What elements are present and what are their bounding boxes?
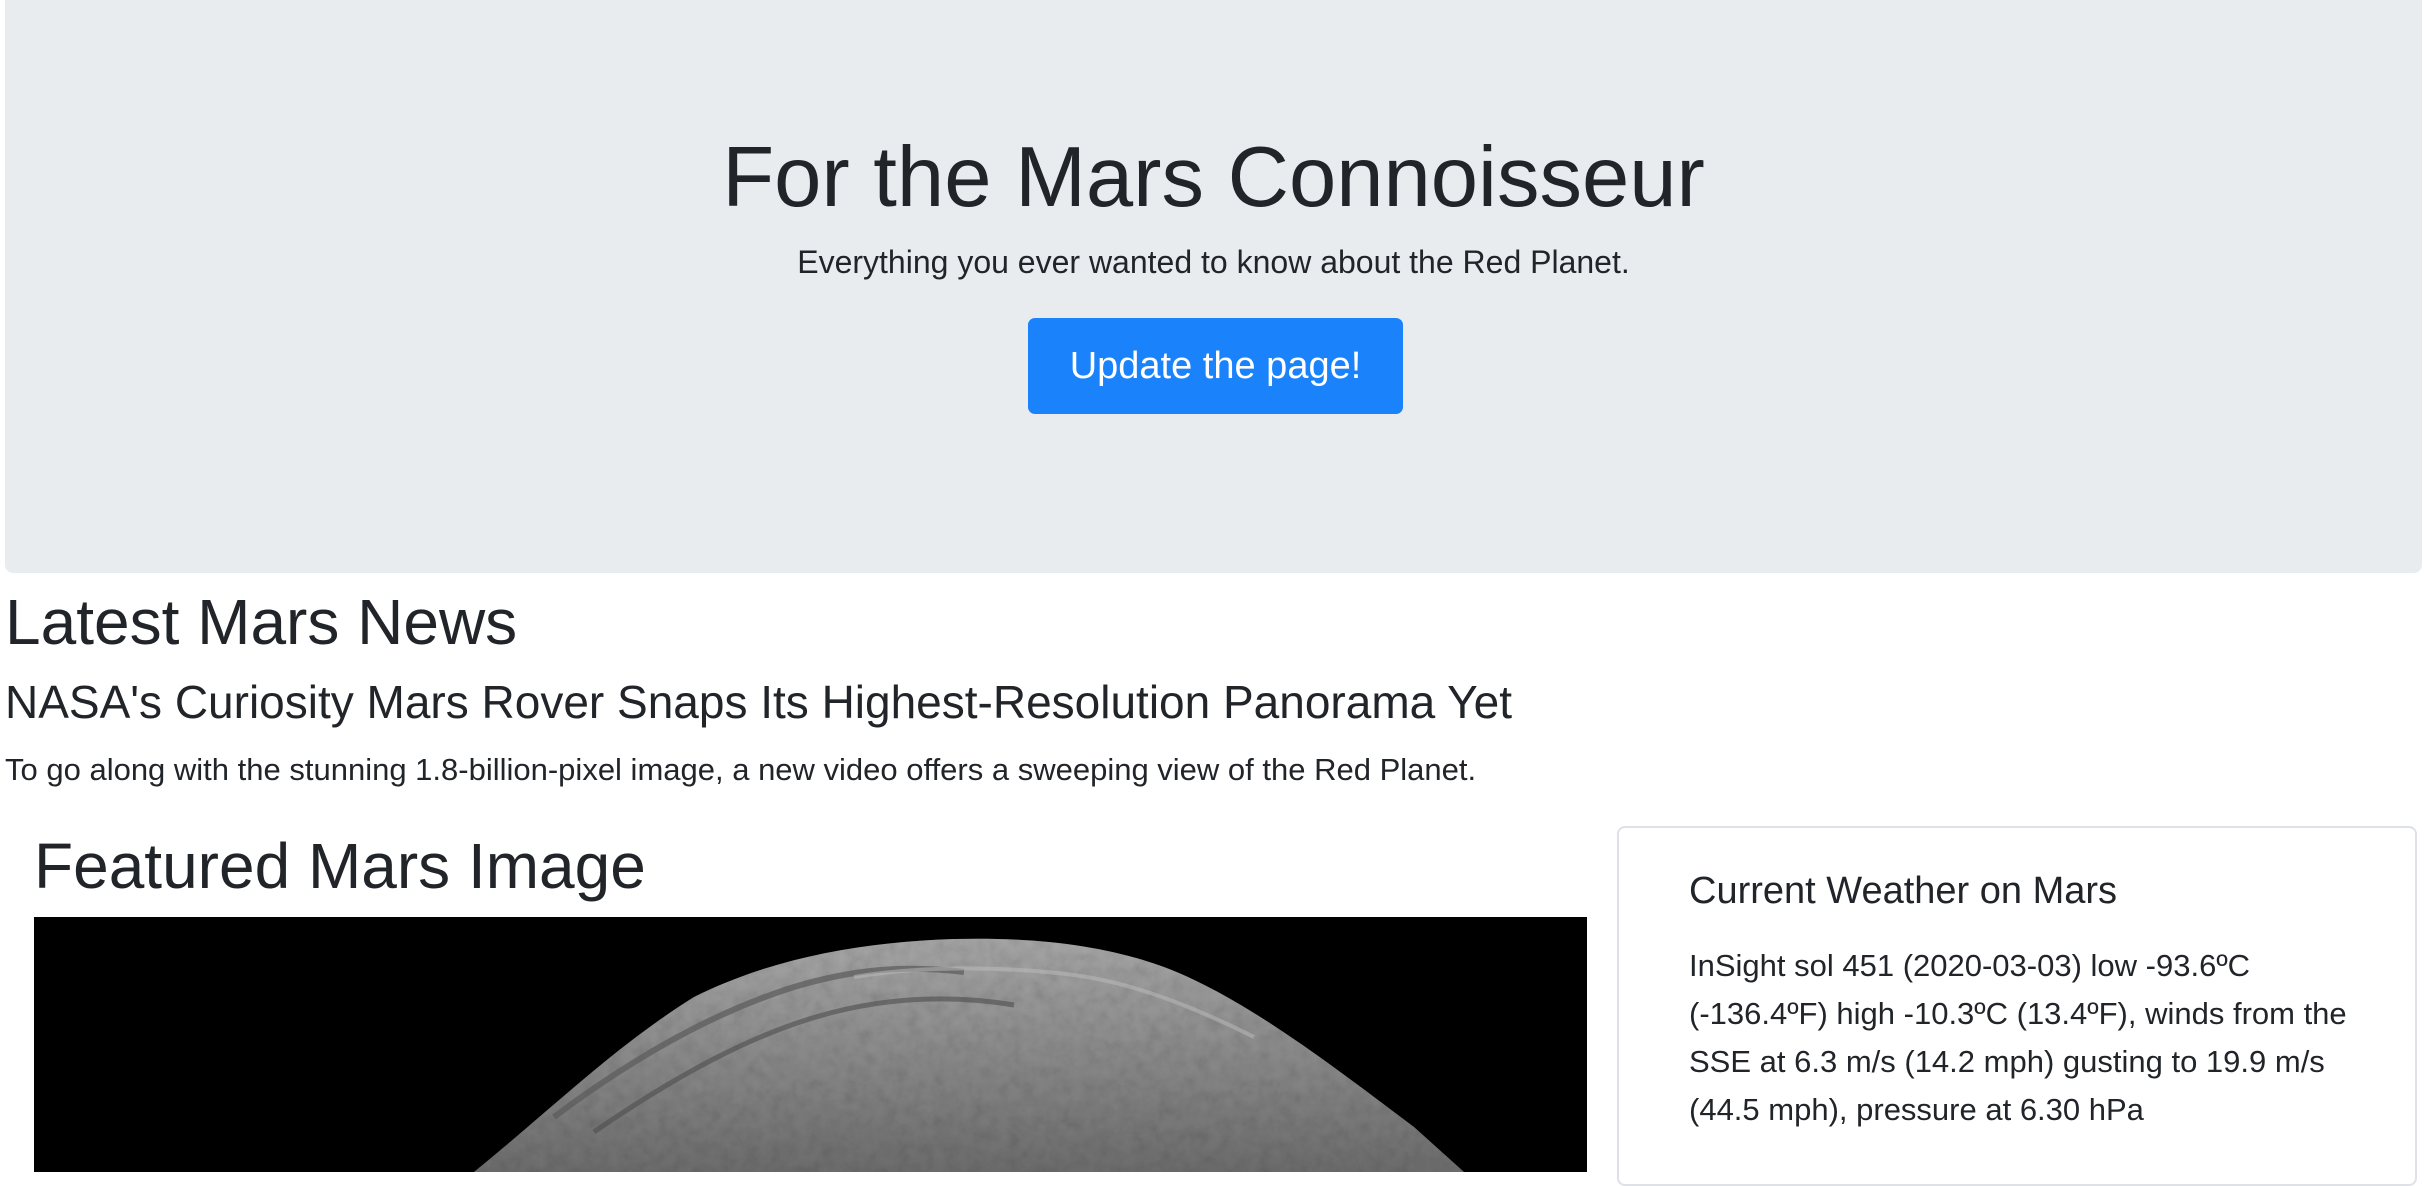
- page-subtitle: Everything you ever wanted to know about…: [797, 244, 1630, 280]
- featured-mars-image[interactable]: [34, 917, 1587, 1172]
- asteroid-photo: [34, 917, 1587, 1172]
- latest-news-heading: Latest Mars News: [5, 586, 518, 658]
- weather-card: Current Weather on Mars InSight sol 451 …: [1617, 826, 2417, 1186]
- news-headline: NASA's Curiosity Mars Rover Snaps Its Hi…: [5, 676, 1512, 728]
- featured-image-heading: Featured Mars Image: [34, 830, 646, 902]
- update-page-button[interactable]: Update the page!: [1028, 318, 1403, 414]
- news-teaser: To go along with the stunning 1.8-billio…: [5, 752, 1477, 787]
- weather-heading: Current Weather on Mars: [1689, 870, 2118, 912]
- weather-report: InSight sol 451 (2020-03-03) low -93.6ºC…: [1689, 948, 2347, 1127]
- page-title: For the Mars Connoisseur: [722, 130, 1705, 225]
- hero-banner: For the Mars Connoisseur Everything you …: [5, 0, 2422, 573]
